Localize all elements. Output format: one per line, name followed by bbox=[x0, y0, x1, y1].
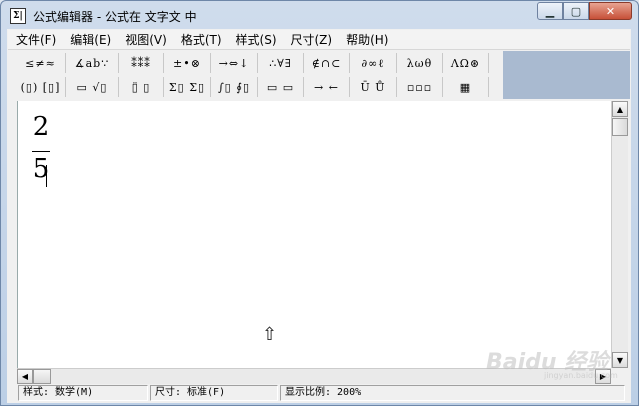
summation-templates-button[interactable]: Σ▯ Σ▯ bbox=[164, 77, 211, 97]
matrix-row-templates-button[interactable]: ▫▫▫ bbox=[397, 77, 443, 97]
equation-canvas[interactable] bbox=[17, 101, 612, 368]
operator-symbols-button[interactable]: ±•⊗ bbox=[164, 53, 211, 73]
baidu-watermark: Baidu 经验 jingyan.baidu.com bbox=[486, 340, 618, 390]
arrow-up-icon: ▲ bbox=[616, 104, 624, 114]
vertical-scrollbar[interactable]: ▲ ▼ bbox=[611, 101, 628, 368]
scroll-down-button[interactable]: ▼ bbox=[612, 352, 628, 368]
maximize-icon: ▢ bbox=[570, 4, 582, 18]
fraction-bar bbox=[32, 151, 50, 152]
embellishments-button[interactable]: ⁑⁑⁑ bbox=[119, 53, 164, 73]
window-title: 公式编辑器 - 公式在 文字文 中 bbox=[33, 10, 197, 24]
equation-editor-icon: Σ| bbox=[10, 8, 26, 24]
subscript-superscript-templates-button[interactable]: ▯̈ ▯ bbox=[119, 77, 164, 97]
greek-uppercase-button[interactable]: ΛΩ⊛ bbox=[443, 53, 489, 73]
toolbar-row-templates: (▯) [▯] ▭ √▯ ▯̈ ▯ Σ▯ Σ▯ ∫▯ ∮▯ ▭ ▭ → ← Ū … bbox=[16, 76, 489, 98]
symbol-toolbar: ≤≠≈ ∡ab∵ ⁑⁑⁑ ±•⊗ →⇔↓ ∴∀∃ ∉∩⊂ ∂∞ℓ λωθ ΛΩ⊛… bbox=[16, 51, 503, 99]
watermark-url: jingyan.baidu.com bbox=[544, 371, 618, 380]
toolbar-empty-area bbox=[503, 51, 630, 99]
misc-symbols-button[interactable]: ∂∞ℓ bbox=[350, 53, 397, 73]
scroll-left-button[interactable]: ◀ bbox=[17, 369, 33, 384]
menu-help[interactable]: 帮助(H) bbox=[346, 31, 388, 48]
menu-edit[interactable]: 编辑(E) bbox=[70, 31, 111, 48]
close-icon: ✕ bbox=[605, 4, 616, 18]
status-size: 尺寸: 标准(F) bbox=[150, 385, 278, 401]
toolbar-row-symbols: ≤≠≈ ∡ab∵ ⁑⁑⁑ ±•⊗ →⇔↓ ∴∀∃ ∉∩⊂ ∂∞ℓ λωθ ΛΩ⊛ bbox=[16, 52, 489, 74]
menu-file[interactable]: 文件(F) bbox=[16, 31, 56, 48]
fraction-denominator[interactable]: 5 bbox=[31, 154, 51, 184]
menu-size[interactable]: 尺寸(Z) bbox=[291, 31, 333, 48]
vertical-scroll-thumb[interactable] bbox=[612, 118, 628, 136]
maximize-button[interactable]: ▢ bbox=[563, 2, 589, 20]
title-bar[interactable]: Σ| 公式编辑器 - 公式在 文字文 中 ▁ ▢ ✕ bbox=[1, 1, 638, 30]
products-set-templates-button[interactable]: Ū Ů bbox=[350, 77, 397, 97]
window-controls: ▁ ▢ ✕ bbox=[537, 2, 632, 20]
horizontal-scroll-thumb[interactable] bbox=[33, 369, 51, 384]
underbar-overbar-templates-button[interactable]: ▭ ▭ bbox=[258, 77, 304, 97]
arrow-symbols-button[interactable]: →⇔↓ bbox=[211, 53, 258, 73]
mouse-cursor-icon: ⇧ bbox=[262, 324, 278, 345]
greek-lowercase-button[interactable]: λωθ bbox=[397, 53, 443, 73]
menu-bar: 文件(F) 编辑(E) 视图(V) 格式(T) 样式(S) 尺寸(Z) 帮助(H… bbox=[8, 30, 630, 50]
minimize-icon: ▁ bbox=[545, 4, 555, 18]
arrow-down-icon: ▼ bbox=[616, 355, 624, 365]
logical-symbols-button[interactable]: ∴∀∃ bbox=[258, 53, 304, 73]
arrow-left-icon: ◀ bbox=[21, 372, 29, 381]
status-style: 样式: 数学(M) bbox=[18, 385, 148, 401]
labeled-arrow-templates-button[interactable]: → ← bbox=[304, 77, 350, 97]
menu-format[interactable]: 格式(T) bbox=[181, 31, 222, 48]
matrix-templates-button[interactable]: ▦ bbox=[443, 77, 489, 97]
menu-view[interactable]: 视图(V) bbox=[125, 31, 167, 48]
minimize-button[interactable]: ▁ bbox=[537, 2, 563, 20]
integral-templates-button[interactable]: ∫▯ ∮▯ bbox=[211, 77, 258, 97]
spaces-ellipses-button[interactable]: ∡ab∵ bbox=[66, 53, 119, 73]
fraction-numerator[interactable]: 2 bbox=[31, 112, 51, 142]
set-theory-symbols-button[interactable]: ∉∩⊂ bbox=[304, 53, 350, 73]
fraction-radical-templates-button[interactable]: ▭ √▯ bbox=[66, 77, 119, 97]
relational-symbols-button[interactable]: ≤≠≈ bbox=[16, 53, 66, 73]
scroll-up-button[interactable]: ▲ bbox=[612, 101, 628, 117]
close-button[interactable]: ✕ bbox=[589, 2, 632, 20]
fence-templates-button[interactable]: (▯) [▯] bbox=[16, 77, 66, 97]
insertion-caret bbox=[46, 165, 47, 187]
menu-style[interactable]: 样式(S) bbox=[236, 31, 277, 48]
